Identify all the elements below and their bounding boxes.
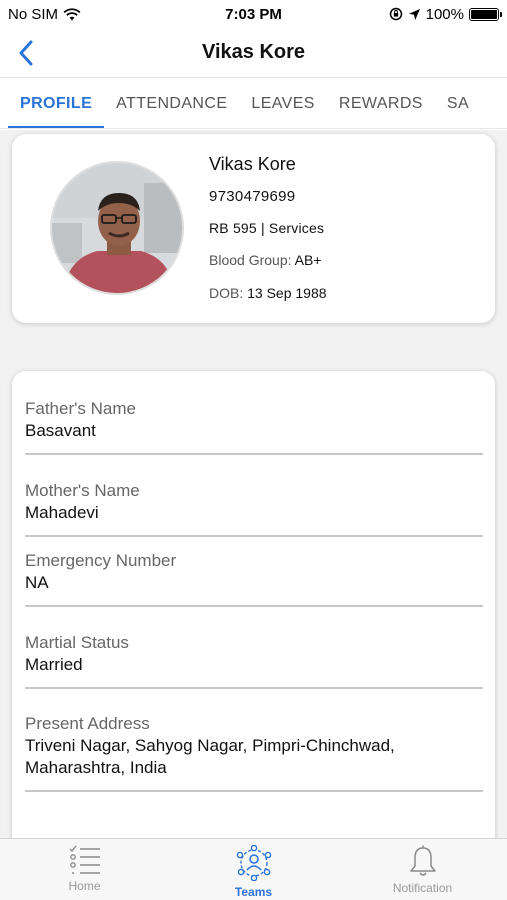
battery-level: [471, 9, 497, 19]
field-value: Married: [25, 655, 83, 674]
carrier-label: No SIM: [8, 5, 59, 23]
profile-info: Vikas Kore 9730479699 RB 595 | Services …: [209, 154, 327, 318]
page-title: Vikas Kore: [201, 41, 306, 63]
wifi-icon: [63, 7, 81, 20]
dob-row: DOB: 13 Sep 1988: [209, 285, 327, 301]
navigation-bar: Vikas Kore: [0, 28, 507, 78]
dob-value: 13 Sep 1988: [247, 285, 327, 301]
back-button[interactable]: [12, 38, 40, 68]
details-card: Father's Name Basavant Mother's Name Mah…: [12, 371, 495, 838]
battery-icon: [469, 7, 502, 21]
profile-name: Vikas Kore: [209, 154, 296, 174]
field-label: Present Address: [25, 714, 150, 733]
field-label: Emergency Number: [25, 551, 177, 570]
field-value: Triveni Nagar, Sahyog Nagar, Pimpri-Chin…: [25, 736, 395, 777]
profile-phone[interactable]: 9730479699: [209, 188, 327, 205]
profile-department: RB 595 | Services: [209, 220, 325, 236]
tab-profile[interactable]: PROFILE: [8, 79, 105, 128]
blood-group-row: Blood Group: AB+: [209, 252, 327, 268]
content-area[interactable]: Vikas Kore 9730479699 RB 595 | Services …: [0, 130, 507, 838]
field-label: Mother's Name: [25, 481, 140, 500]
location-arrow-icon: [408, 8, 420, 20]
status-right: 100%: [389, 5, 502, 23]
tab-strip: PROFILE ATTENDANCE LEAVES REWARDS SA: [0, 79, 507, 129]
field-value: Mahadevi: [25, 503, 99, 522]
field-label: Martial Status: [25, 633, 129, 652]
field-mothers-name: Mother's Name Mahadevi: [25, 481, 483, 537]
bottom-tab-bar: Home Teams Notification: [0, 838, 507, 900]
list-icon: [69, 845, 100, 874]
blood-group-label: Blood Group:: [209, 252, 292, 268]
tab-bar-notification[interactable]: Notification: [338, 839, 507, 900]
status-left: No SIM: [8, 6, 81, 23]
tab-bar-label: Home: [68, 879, 101, 893]
tab-attendance[interactable]: ATTENDANCE: [104, 79, 239, 128]
blood-group-value: AB+: [294, 252, 322, 268]
tab-bar-teams[interactable]: Teams: [169, 839, 338, 900]
avatar[interactable]: [50, 161, 184, 295]
tab-rewards[interactable]: REWARDS: [327, 79, 435, 128]
field-value: Basavant: [25, 421, 96, 440]
profile-card: Vikas Kore 9730479699 RB 595 | Services …: [12, 134, 495, 323]
tab-bar-home[interactable]: Home: [0, 839, 169, 900]
field-present-address: Present Address Triveni Nagar, Sahyog Na…: [25, 714, 483, 792]
bell-icon: [409, 845, 436, 876]
tab-sa[interactable]: SA: [435, 79, 481, 128]
orientation-lock-icon: [389, 7, 402, 21]
status-bar: No SIM 7:03 PM 100%: [0, 0, 507, 28]
field-label: Father's Name: [25, 399, 136, 418]
field-emergency-number: Emergency Number NA: [25, 551, 483, 607]
field-value: NA: [25, 573, 49, 592]
field-martial-status: Martial Status Married: [25, 633, 483, 689]
battery-percent: 100%: [425, 5, 464, 23]
field-fathers-name: Father's Name Basavant: [25, 399, 483, 455]
profile-photo: [52, 163, 182, 293]
tab-bar-label: Teams: [234, 885, 273, 899]
tab-bar-label: Notification: [392, 881, 453, 895]
chevron-left-icon: [19, 40, 33, 66]
dob-label: DOB:: [209, 285, 244, 301]
tab-leaves[interactable]: LEAVES: [239, 79, 326, 128]
team-icon: [236, 845, 271, 881]
